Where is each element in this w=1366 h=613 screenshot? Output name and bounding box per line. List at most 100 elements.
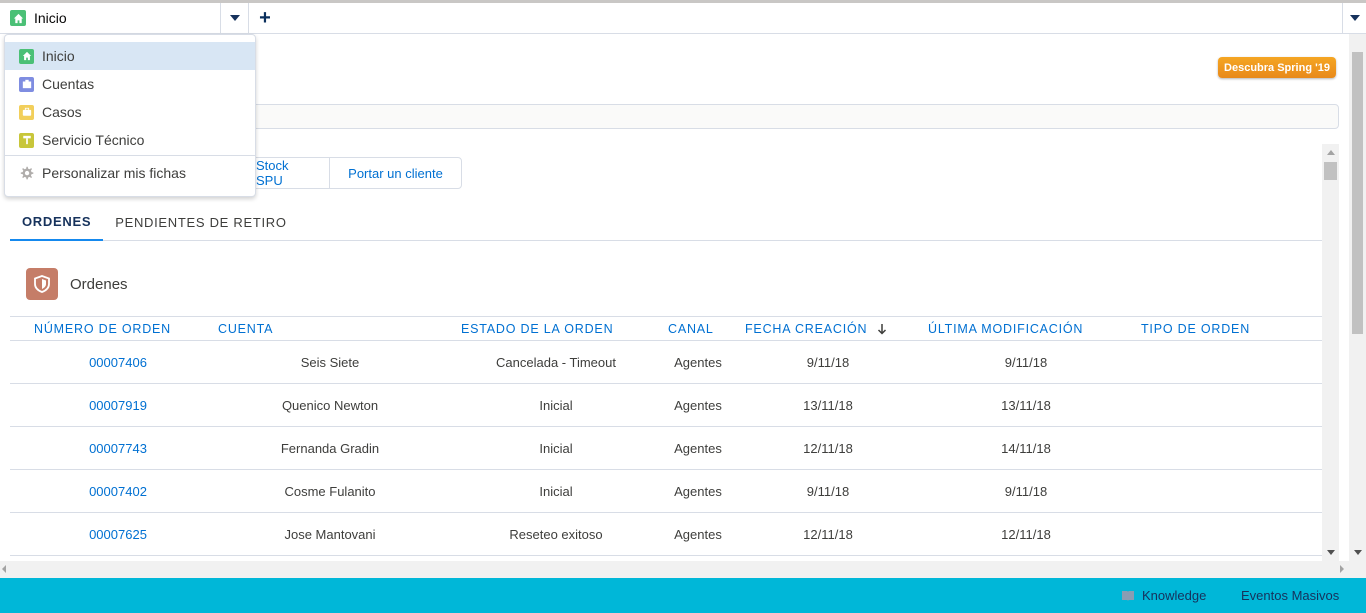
tab-navigation-dropdown-menu: Inicio Cuentas Casos Servicio Técnico Pe… [4, 34, 256, 197]
menu-item-casos[interactable]: Casos [5, 98, 255, 126]
menu-item-customize-tabs[interactable]: Personalizar mis fichas [5, 159, 255, 187]
home-icon [19, 48, 34, 64]
chevron-down-icon [1349, 15, 1360, 21]
account-cell: Jose Mantovani [284, 526, 376, 542]
column-header-created-date-label: FECHA CREACIÓN [745, 322, 868, 336]
menu-item-servicio-tecnico[interactable]: Servicio Técnico [5, 126, 255, 154]
status-cell: Reseteo exitoso [509, 526, 603, 542]
order-type-cell [1141, 341, 1261, 383]
tab-label: Inicio [34, 10, 67, 26]
book-icon [1122, 590, 1134, 601]
modified-date-cell: 14/11/18 [1001, 440, 1051, 456]
status-cell: Cancelada - Timeout [496, 354, 616, 370]
tab-inicio[interactable]: Inicio [0, 3, 221, 33]
knowledge-label: Knowledge [1142, 588, 1207, 603]
port-client-button[interactable]: Portar un cliente [329, 157, 462, 189]
scroll-right-arrow-icon[interactable] [1340, 565, 1344, 573]
order-number-link[interactable]: 00007919 [58, 384, 178, 426]
order-type-cell [1141, 384, 1261, 426]
channel-cell: Agentes [674, 354, 722, 370]
table-row: 00007625 Jose Mantovani Reseteo exitoso … [10, 513, 1322, 556]
knowledge-utility-item[interactable]: Knowledge [1121, 578, 1206, 613]
order-tabs: ORDENES PENDIENTES DE RETIRO [10, 203, 1322, 241]
account-cell: Fernanda Gradin [280, 440, 380, 456]
chevron-down-icon [230, 15, 240, 21]
menu-divider [5, 155, 255, 156]
account-icon [19, 76, 34, 92]
orders-table: NÚMERO DE ORDEN CUENTA ESTADO DE LA ORDE… [10, 316, 1322, 556]
menu-item-label: Personalizar mis fichas [42, 165, 186, 181]
console-tab-bar: Inicio + [0, 3, 1366, 34]
card-title: Ordenes [70, 275, 128, 293]
account-cell: Seis Siete [300, 354, 360, 370]
utility-bar: Knowledge Eventos Masivos [0, 578, 1366, 613]
modified-date-cell: 9/11/18 [1004, 483, 1048, 499]
created-date-cell: 9/11/18 [806, 354, 850, 370]
column-header-order-type[interactable]: TIPO DE ORDEN [1141, 317, 1250, 341]
menu-item-inicio[interactable]: Inicio [5, 42, 255, 70]
gear-icon [20, 166, 34, 179]
home-icon [10, 10, 26, 26]
menu-item-label: Servicio Técnico [42, 132, 145, 148]
account-cell: Quenico Newton [281, 397, 379, 413]
column-header-created-date[interactable]: FECHA CREACIÓN [745, 317, 887, 341]
status-cell: Inicial [539, 440, 573, 456]
table-header: NÚMERO DE ORDEN CUENTA ESTADO DE LA ORDE… [10, 316, 1322, 341]
scrollbar-thumb[interactable] [1352, 52, 1363, 334]
eventos-masivos-utility-item[interactable]: Eventos Masivos [1241, 578, 1339, 613]
card-header: Ordenes [26, 268, 128, 300]
column-header-last-modified[interactable]: ÚLTIMA MODIFICACIÓN [928, 317, 1083, 341]
order-type-cell [1141, 470, 1261, 512]
order-number-link[interactable]: 00007406 [58, 341, 178, 383]
order-number-link[interactable]: 00007625 [58, 513, 178, 555]
scroll-down-arrow-icon[interactable] [1322, 544, 1339, 561]
scrollbar-thumb[interactable] [1324, 162, 1337, 180]
column-header-order-status[interactable]: ESTADO DE LA ORDEN [461, 317, 613, 341]
modified-date-cell: 12/11/18 [1001, 526, 1051, 542]
search-bar[interactable] [240, 104, 1339, 129]
scroll-down-arrow-icon[interactable] [1349, 544, 1366, 561]
scroll-up-arrow-icon[interactable] [1322, 144, 1339, 161]
horizontal-scrollbar[interactable] [0, 561, 1366, 578]
column-header-account[interactable]: CUENTA [218, 317, 273, 341]
service-icon [19, 132, 34, 148]
menu-item-label: Casos [42, 104, 82, 120]
order-number-link[interactable]: 00007402 [58, 470, 178, 512]
add-tab-button[interactable]: + [250, 3, 280, 33]
tab-overflow-button[interactable] [1342, 3, 1366, 33]
inner-vertical-scrollbar[interactable] [1322, 144, 1339, 561]
menu-item-cuentas[interactable]: Cuentas [5, 70, 255, 98]
status-cell: Inicial [539, 483, 573, 499]
table-row: 00007402 Cosme Fulanito Inicial Agentes … [10, 470, 1322, 513]
column-header-order-number[interactable]: NÚMERO DE ORDEN [34, 317, 171, 341]
modified-date-cell: 9/11/18 [1004, 354, 1048, 370]
table-row: 00007743 Fernanda Gradin Inicial Agentes… [10, 427, 1322, 470]
column-header-channel[interactable]: CANAL [668, 317, 714, 341]
arrow-down-icon [878, 324, 887, 335]
order-type-cell [1141, 513, 1261, 555]
channel-cell: Agentes [674, 526, 722, 542]
scroll-left-arrow-icon[interactable] [2, 565, 6, 573]
tab-pendientes-de-retiro[interactable]: PENDIENTES DE RETIRO [103, 203, 298, 241]
channel-cell: Agentes [674, 397, 722, 413]
created-date-cell: 13/11/18 [803, 397, 853, 413]
status-cell: Inicial [539, 397, 573, 413]
menu-item-label: Inicio [42, 48, 75, 64]
order-type-cell [1141, 427, 1261, 469]
tab-menu-dropdown-button[interactable] [222, 3, 249, 33]
modified-date-cell: 13/11/18 [1001, 397, 1051, 413]
order-number-link[interactable]: 00007743 [58, 427, 178, 469]
eventos-masivos-label: Eventos Masivos [1241, 588, 1340, 603]
channel-cell: Agentes [674, 483, 722, 499]
table-row: 00007406 Seis Siete Cancelada - Timeout … [10, 341, 1322, 384]
outer-vertical-scrollbar[interactable] [1349, 34, 1366, 561]
created-date-cell: 12/11/18 [803, 526, 853, 542]
case-icon [19, 104, 34, 120]
action-button-group: Stock SPU Portar un cliente [240, 157, 462, 189]
created-date-cell: 9/11/18 [806, 483, 850, 499]
tab-ordenes[interactable]: ORDENES [10, 203, 104, 241]
shield-icon [26, 268, 58, 300]
account-cell: Cosme Fulanito [284, 483, 376, 499]
channel-cell: Agentes [674, 440, 722, 456]
discover-spring-button[interactable]: Descubra Spring '19 [1218, 57, 1336, 78]
